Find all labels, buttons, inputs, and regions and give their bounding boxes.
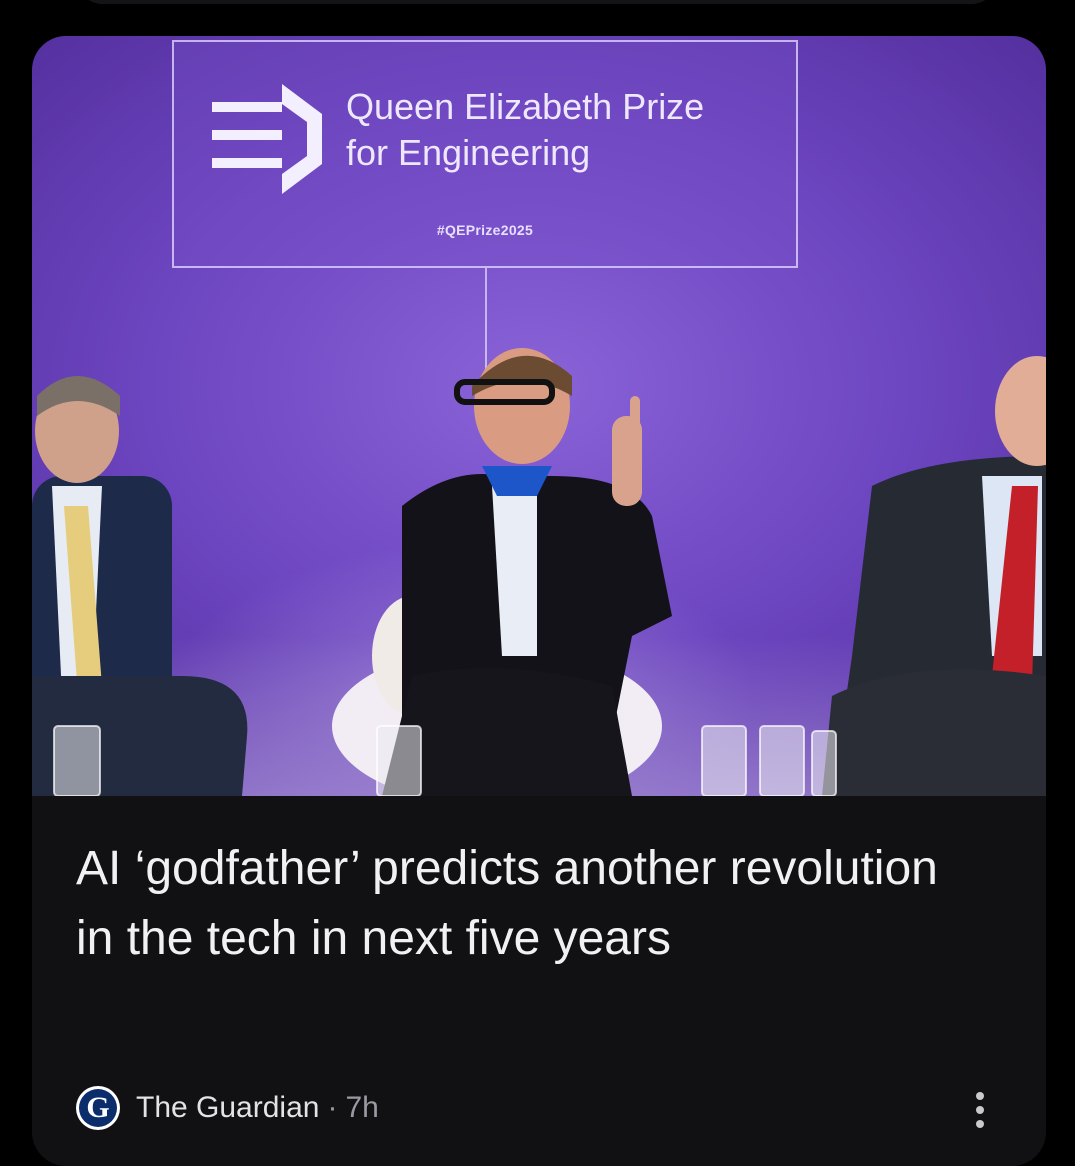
article-headline[interactable]: AI ‘godfather’ predicts another revoluti… bbox=[76, 834, 986, 974]
more-vert-icon bbox=[976, 1092, 984, 1100]
article-photo[interactable]: Queen Elizabeth Prize for Engineering #Q… bbox=[32, 36, 1046, 796]
source-name[interactable]: The Guardian bbox=[136, 1091, 319, 1125]
more-vert-icon-dot bbox=[976, 1120, 984, 1128]
more-options-button[interactable] bbox=[962, 1088, 998, 1132]
panelists-illustration bbox=[32, 348, 1046, 796]
previous-card-edge bbox=[78, 0, 996, 4]
guardian-logo-letter: G bbox=[79, 1089, 117, 1127]
meta-separator: · bbox=[327, 1091, 338, 1124]
article-meta: G The Guardian · 7h bbox=[76, 1086, 379, 1130]
right-panelist bbox=[822, 356, 1046, 796]
more-vert-icon-dot bbox=[976, 1106, 984, 1114]
guardian-logo-icon: G bbox=[76, 1086, 120, 1130]
news-card[interactable]: Queen Elizabeth Prize for Engineering #Q… bbox=[32, 36, 1046, 1166]
article-age: 7h bbox=[345, 1091, 379, 1124]
